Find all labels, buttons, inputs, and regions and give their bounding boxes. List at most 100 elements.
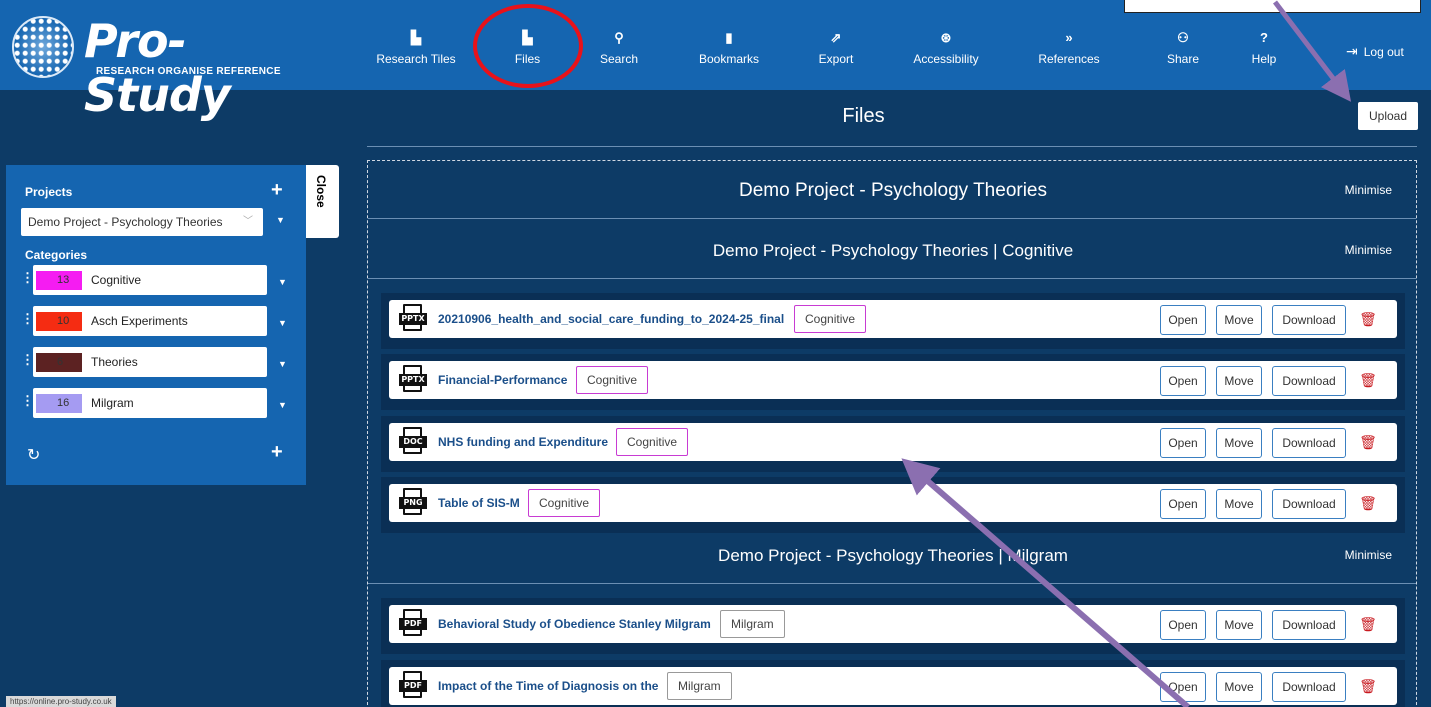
open-button[interactable]: Open [1160, 366, 1206, 396]
open-button[interactable]: Open [1160, 305, 1206, 335]
open-button[interactable]: Open [1160, 489, 1206, 519]
file-row: PDF Behavioral Study of Obedience Stanle… [389, 605, 1397, 643]
nav-label: Search [599, 52, 639, 66]
category-menu-caret-icon[interactable]: ▼ [278, 359, 287, 369]
file-name-link[interactable]: NHS funding and Expenditure [438, 423, 608, 461]
category-tag: Cognitive [576, 366, 649, 394]
file-row-container: PNG Table of SIS-M Cognitive Open Move D… [381, 477, 1405, 533]
project-select-value: Demo Project - Psychology Theories [28, 215, 223, 229]
file-name-link[interactable]: Table of SIS-M [438, 484, 520, 522]
nav-export[interactable]: ⇗ Export [811, 30, 861, 70]
file-row: DOC NHS funding and Expenditure Cognitiv… [389, 423, 1397, 461]
file-name-link[interactable]: Impact of the Time of Diagnosis on the [438, 667, 658, 705]
download-button[interactable]: Download [1272, 610, 1346, 640]
nav-accessibility[interactable]: ⊛ Accessibility [908, 30, 984, 70]
logout-label: Log out [1363, 45, 1404, 59]
nav-label: Accessibility [913, 52, 979, 66]
category-menu-caret-icon[interactable]: ▼ [278, 400, 287, 410]
file-row: PPTX 20210906_health_and_social_care_fun… [389, 300, 1397, 338]
trash-icon[interactable]: 🗑 [1358, 369, 1378, 391]
annotation-box [1124, 0, 1421, 13]
category-tag: Milgram [720, 610, 785, 638]
divider [368, 218, 1416, 219]
page-title: Files [842, 105, 885, 127]
trash-icon[interactable]: 🗑 [1358, 613, 1378, 635]
open-button[interactable]: Open [1160, 610, 1206, 640]
nav-label: Share [1166, 52, 1200, 66]
minimise-button[interactable]: Minimise [1345, 548, 1392, 562]
move-button[interactable]: Move [1216, 489, 1262, 519]
category-count: 6 [36, 353, 82, 372]
download-button[interactable]: Download [1272, 366, 1346, 396]
logout-button[interactable]: ⇥ Log out [1346, 43, 1404, 60]
category-item[interactable]: 13 Cognitive [33, 265, 267, 295]
nav-help[interactable]: ? Help [1243, 30, 1285, 70]
nav-label: Help [1251, 52, 1277, 66]
category-menu-caret-icon[interactable]: ▼ [278, 318, 287, 328]
trash-icon[interactable]: 🗑 [1358, 308, 1378, 330]
download-button[interactable]: Download [1272, 489, 1346, 519]
pdf-file-icon: PDF [399, 671, 427, 701]
brand-tagline: RESEARCH ORGANISE REFERENCE [96, 66, 281, 77]
move-button[interactable]: Move [1216, 428, 1262, 458]
category-item[interactable]: 6 Theories [33, 347, 267, 377]
project-select[interactable]: Demo Project - Psychology Theories ﹀ [21, 208, 263, 236]
file-row-container: PDF Behavioral Study of Obedience Stanle… [381, 598, 1405, 654]
move-button[interactable]: Move [1216, 366, 1262, 396]
nav-bookmarks[interactable]: ▮ Bookmarks [694, 30, 764, 70]
files-panel: Demo Project - Psychology Theories Minim… [367, 160, 1417, 707]
file-row-container: PPTX 20210906_health_and_social_care_fun… [381, 293, 1405, 349]
project-title: Demo Project - Psychology Theories [739, 180, 1047, 201]
open-button[interactable]: Open [1160, 428, 1206, 458]
category-item[interactable]: 10 Asch Experiments [33, 306, 267, 336]
move-button[interactable]: Move [1216, 672, 1262, 702]
logo[interactable]: Pro-Study RESEARCH ORGANISE REFERENCE [12, 14, 312, 122]
section-title: Demo Project - Psychology Theories | Cog… [712, 241, 1074, 260]
category-count: 16 [36, 394, 82, 413]
trash-icon[interactable]: 🗑 [1358, 492, 1378, 514]
category-tag: Cognitive [794, 305, 867, 333]
nav-research-tiles[interactable]: ▙ Research Tiles [376, 30, 456, 70]
upload-button[interactable]: Upload [1358, 102, 1418, 130]
close-label: Close [314, 175, 328, 208]
project-menu-caret-icon[interactable]: ▼ [276, 215, 285, 225]
category-item[interactable]: 16 Milgram [33, 388, 267, 418]
files-highlight-circle [473, 4, 583, 88]
section-title: Demo Project - Psychology Theories | Mil… [718, 546, 1068, 565]
pdf-file-icon: PDF [399, 609, 427, 639]
file-name-link[interactable]: Financial-Performance [438, 361, 567, 399]
file-row-container: PDF Impact of the Time of Diagnosis on t… [381, 660, 1405, 707]
minimise-button[interactable]: Minimise [1345, 183, 1392, 197]
category-name: Theories [91, 355, 138, 369]
divider [368, 583, 1416, 584]
nav-label: Export [818, 52, 854, 66]
nav-references[interactable]: » References [1034, 30, 1104, 70]
download-button[interactable]: Download [1272, 305, 1346, 335]
category-menu-caret-icon[interactable]: ▼ [278, 277, 287, 287]
divider [368, 278, 1416, 279]
nav-share[interactable]: ⚇ Share [1158, 30, 1208, 70]
trash-icon[interactable]: 🗑 [1358, 675, 1378, 697]
download-button[interactable]: Download [1272, 428, 1346, 458]
category-tag: Cognitive [616, 428, 689, 456]
download-button[interactable]: Download [1272, 672, 1346, 702]
add-category-plus-icon[interactable]: + [271, 441, 283, 464]
minimise-button[interactable]: Minimise [1345, 243, 1392, 257]
file-name-link[interactable]: 20210906_health_and_social_care_funding_… [438, 300, 784, 338]
refresh-icon[interactable]: ↻ [27, 445, 40, 465]
status-bar-url: https://online.pro-study.co.uk [6, 696, 116, 707]
trash-icon[interactable]: 🗑 [1358, 431, 1378, 453]
file-name-link[interactable]: Behavioral Study of Obedience Stanley Mi… [438, 605, 711, 643]
nav-search[interactable]: ⚲ Search [594, 30, 644, 70]
logout-icon: ⇥ [1346, 43, 1358, 59]
projects-heading: Projects [25, 185, 73, 199]
file-icon: ▙ [411, 30, 421, 45]
top-nav-bar: Pro-Study RESEARCH ORGANISE REFERENCE ▙ … [0, 0, 1431, 122]
close-sidebar-tab[interactable]: Close [306, 165, 339, 238]
nav-label: Bookmarks [698, 52, 760, 66]
open-button[interactable]: Open [1160, 672, 1206, 702]
move-button[interactable]: Move [1216, 610, 1262, 640]
nav-label: References [1038, 52, 1100, 66]
add-project-plus-icon[interactable]: + [271, 179, 283, 202]
move-button[interactable]: Move [1216, 305, 1262, 335]
